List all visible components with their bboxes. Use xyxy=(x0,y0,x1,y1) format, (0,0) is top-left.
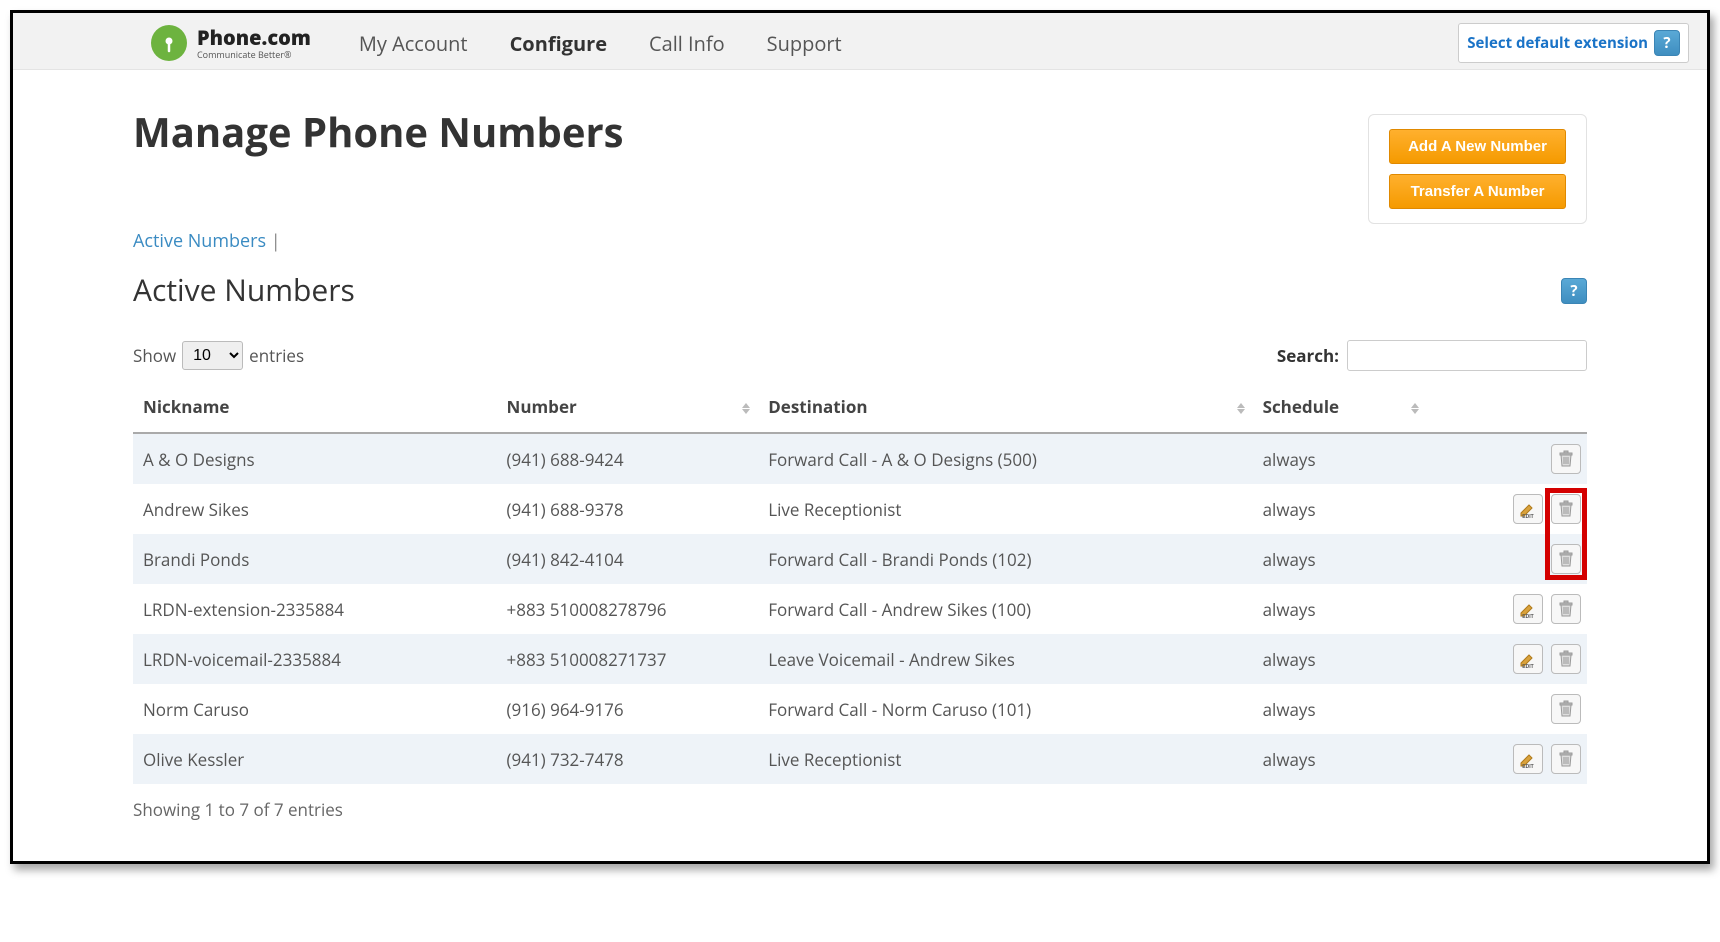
table-info: Showing 1 to 7 of 7 entries xyxy=(133,798,1587,821)
cell-actions: EDIT xyxy=(1427,584,1587,634)
actions-card: Add A New Number Transfer A Number xyxy=(1368,114,1587,224)
cell-schedule: always xyxy=(1253,484,1427,534)
cell-destination: Forward Call - A & O Designs (500) xyxy=(758,433,1252,484)
svg-text:EDIT: EDIT xyxy=(1522,664,1533,669)
delete-button[interactable] xyxy=(1551,694,1581,724)
cell-actions: EDIT xyxy=(1427,634,1587,684)
search-input[interactable] xyxy=(1347,340,1587,371)
cell-nickname: Norm Caruso xyxy=(133,684,497,734)
cell-schedule: always xyxy=(1253,684,1427,734)
nav-call-info[interactable]: Call Info xyxy=(649,30,725,57)
cell-schedule: always xyxy=(1253,534,1427,584)
edit-button[interactable]: EDIT xyxy=(1513,644,1543,674)
table-controls: Show 102550100 entries Search: xyxy=(133,340,1587,371)
brand-logo: Phone.com Communicate Better® xyxy=(151,25,311,61)
cell-schedule: always xyxy=(1253,584,1427,634)
cell-number: (941) 842-4104 xyxy=(497,534,759,584)
brand-name: Phone.com xyxy=(197,28,311,48)
cell-destination: Leave Voicemail - Andrew Sikes xyxy=(758,634,1252,684)
cell-nickname: A & O Designs xyxy=(133,433,497,484)
delete-button[interactable] xyxy=(1551,744,1581,774)
edit-button[interactable]: EDIT xyxy=(1513,744,1543,774)
col-destination[interactable]: Destination xyxy=(758,385,1252,433)
cell-number: (941) 688-9378 xyxy=(497,484,759,534)
cell-destination: Forward Call - Norm Caruso (101) xyxy=(758,684,1252,734)
nav-my-account[interactable]: My Account xyxy=(359,30,468,57)
transfer-number-button[interactable]: Transfer A Number xyxy=(1389,174,1566,209)
cell-nickname: Brandi Ponds xyxy=(133,534,497,584)
nav-support[interactable]: Support xyxy=(767,30,842,57)
edit-button[interactable]: EDIT xyxy=(1513,494,1543,524)
add-number-button[interactable]: Add A New Number xyxy=(1389,129,1566,164)
delete-button[interactable] xyxy=(1551,544,1581,574)
cell-number: +883 510008278796 xyxy=(497,584,759,634)
table-row: LRDN-voicemail-2335884+883 510008271737L… xyxy=(133,634,1587,684)
page-size-select[interactable]: 102550100 xyxy=(182,341,243,370)
table-row: Norm Caruso(916) 964-9176Forward Call - … xyxy=(133,684,1587,734)
main-nav: My Account Configure Call Info Support xyxy=(359,30,842,57)
cell-actions: EDIT xyxy=(1427,484,1587,534)
phone-icon xyxy=(151,25,187,61)
cell-actions: EDIT xyxy=(1427,734,1587,784)
brand-tagline: Communicate Better® xyxy=(197,50,311,59)
edit-button[interactable]: EDIT xyxy=(1513,594,1543,624)
search-label: Search: xyxy=(1277,344,1339,367)
table-row: A & O Designs(941) 688-9424Forward Call … xyxy=(133,433,1587,484)
nav-configure[interactable]: Configure xyxy=(510,30,607,57)
breadcrumb: Active Numbers | xyxy=(133,229,1587,253)
cell-actions xyxy=(1427,534,1587,584)
cell-nickname: LRDN-voicemail-2335884 xyxy=(133,634,497,684)
svg-text:EDIT: EDIT xyxy=(1522,614,1533,619)
cell-schedule: always xyxy=(1253,734,1427,784)
delete-button[interactable] xyxy=(1551,494,1581,524)
default-extension-select[interactable]: Select default extension ? xyxy=(1458,23,1689,63)
cell-destination: Live Receptionist xyxy=(758,734,1252,784)
cell-destination: Live Receptionist xyxy=(758,484,1252,534)
svg-text:EDIT: EDIT xyxy=(1522,764,1533,769)
col-schedule[interactable]: Schedule xyxy=(1253,385,1427,433)
show-suffix: entries xyxy=(249,344,304,367)
cell-actions xyxy=(1427,684,1587,734)
cell-actions xyxy=(1427,433,1587,484)
table-row: Olive Kessler(941) 732-7478Live Receptio… xyxy=(133,734,1587,784)
cell-nickname: Olive Kessler xyxy=(133,734,497,784)
table-row: LRDN-extension-2335884+883 510008278796F… xyxy=(133,584,1587,634)
cell-destination: Forward Call - Brandi Ponds (102) xyxy=(758,534,1252,584)
cell-schedule: always xyxy=(1253,433,1427,484)
show-prefix: Show xyxy=(133,344,176,367)
help-icon[interactable]: ? xyxy=(1561,278,1587,304)
col-number[interactable]: Number xyxy=(497,385,759,433)
numbers-table: Nickname Number Destination Schedule A &… xyxy=(133,385,1587,784)
help-icon[interactable]: ? xyxy=(1654,30,1680,56)
svg-text:EDIT: EDIT xyxy=(1522,514,1533,519)
table-row: Andrew Sikes(941) 688-9378Live Reception… xyxy=(133,484,1587,534)
section-title: Active Numbers xyxy=(133,269,355,310)
cell-nickname: LRDN-extension-2335884 xyxy=(133,584,497,634)
cell-nickname: Andrew Sikes xyxy=(133,484,497,534)
cell-number: (941) 688-9424 xyxy=(497,433,759,484)
cell-destination: Forward Call - Andrew Sikes (100) xyxy=(758,584,1252,634)
default-extension-label: Select default extension xyxy=(1467,33,1648,53)
cell-number: (916) 964-9176 xyxy=(497,684,759,734)
top-bar: Phone.com Communicate Better® My Account… xyxy=(13,13,1707,70)
delete-button[interactable] xyxy=(1551,644,1581,674)
cell-number: +883 510008271737 xyxy=(497,634,759,684)
table-row: Brandi Ponds(941) 842-4104Forward Call -… xyxy=(133,534,1587,584)
delete-button[interactable] xyxy=(1551,444,1581,474)
cell-schedule: always xyxy=(1253,634,1427,684)
cell-number: (941) 732-7478 xyxy=(497,734,759,784)
col-nickname[interactable]: Nickname xyxy=(133,385,497,433)
delete-button[interactable] xyxy=(1551,594,1581,624)
breadcrumb-active-numbers[interactable]: Active Numbers xyxy=(133,229,266,253)
